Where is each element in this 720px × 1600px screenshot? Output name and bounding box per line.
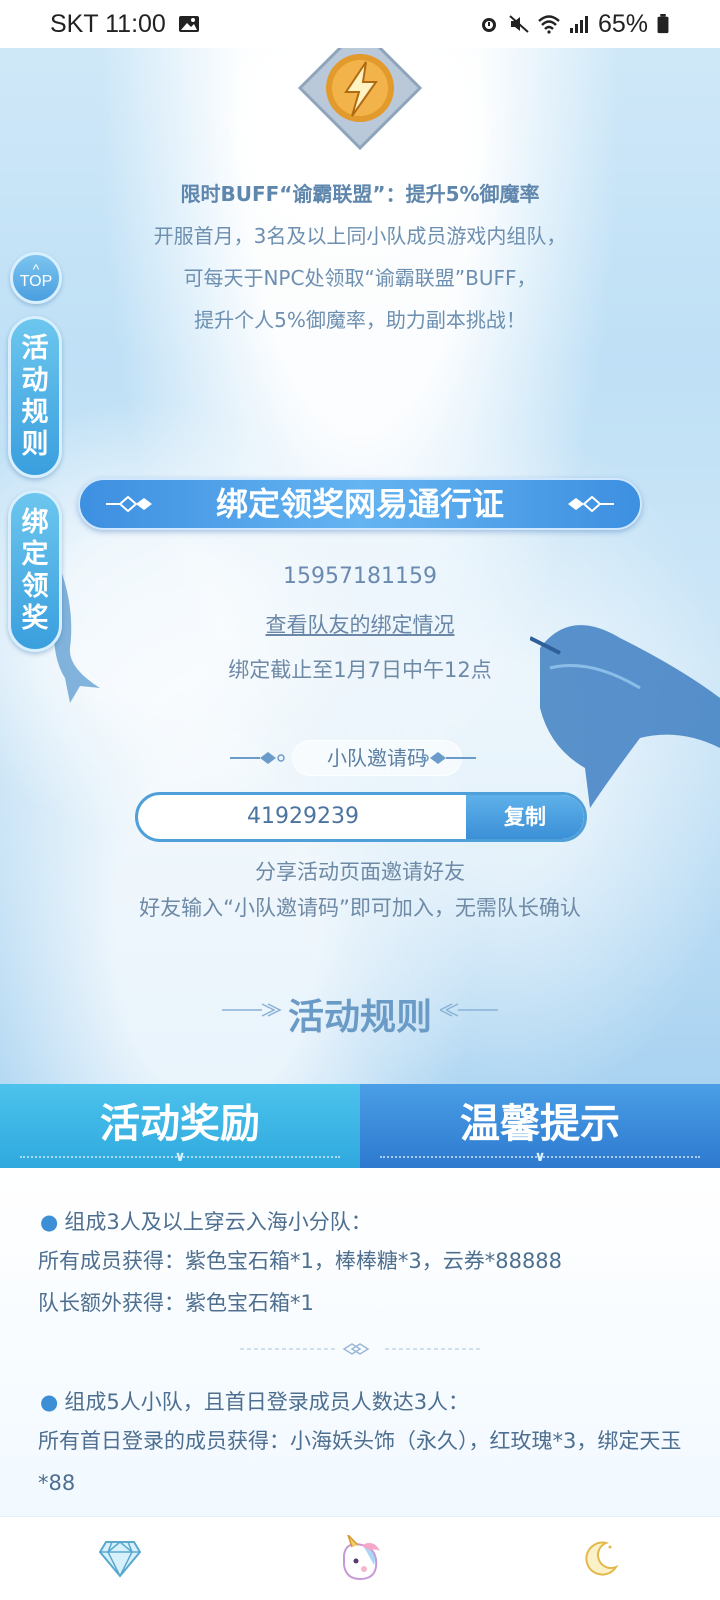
diamond-icon: [98, 1540, 142, 1578]
ornament-right-icon: [568, 495, 614, 513]
back-to-top-button[interactable]: ^ TOP: [10, 252, 62, 304]
reward-item-2-line-1: 所有首日登录的成员获得：小海妖头饰（永久），红玫瑰*3，绑定天玉*88: [38, 1429, 682, 1495]
unicorn-icon: [343, 1534, 380, 1580]
bind-banner: 绑定领奖网易通行证: [78, 478, 642, 530]
invite-code-value: 41929239: [247, 804, 359, 829]
buff-line-1: 开服首月，3名及以上同小队成员游戏内组队，: [153, 224, 567, 248]
signal-icon: [569, 16, 588, 33]
side-tab-bind-char: 绑: [21, 507, 49, 538]
status-bar: SKT 11:00 65%: [0, 0, 720, 48]
lightning-emblem-icon: [297, 48, 423, 151]
side-tab-rules-char: 规: [21, 397, 49, 428]
buff-line-3: 提升个人5%御魔率，助力副本挑战！: [194, 308, 526, 332]
reward-item-2-head-text: 组成5人小队，且首日登录成员人数达3人：: [64, 1390, 470, 1414]
invite-code-box: 41929239 复制: [135, 792, 587, 842]
tab-warm-tips-label: 温馨提示: [460, 1100, 620, 1147]
rules-ornament-right-icon: [439, 1003, 498, 1017]
chevron-down-icon: ∨: [174, 1149, 186, 1165]
bullet-icon: ●: [40, 1210, 59, 1234]
tab-warm-tips[interactable]: 温馨提示 ∨: [360, 1084, 720, 1168]
bound-phone-number: 15957181159: [283, 564, 437, 589]
battery-level: 65%: [597, 9, 648, 38]
reward-item-1-line-1: 所有成员获得：紫色宝石箱*1，棒棒糖*3，云券*88888: [38, 1249, 563, 1273]
reward-tabs: 活动奖励 ∨ 温馨提示 ∨: [0, 1084, 720, 1168]
invite-ornament-left-icon: [230, 752, 285, 764]
top-label: TOP: [19, 273, 53, 290]
nav-diamond[interactable]: [80, 1529, 160, 1589]
reward-item-1-head: ● 组成3人及以上穿云入海小分队：: [40, 1206, 372, 1236]
bind-deadline: 绑定截止至1月7日中午12点: [228, 658, 492, 682]
battery-icon: [657, 14, 669, 34]
wifi-icon: [538, 15, 560, 34]
tab-activity-rewards[interactable]: 活动奖励 ∨: [0, 1084, 360, 1168]
buff-title: 限时BUFF“谕霸联盟”：提升5%御魔率: [180, 182, 540, 206]
buff-line-2: 可每天于NPC处领取“谕霸联盟”BUFF，: [183, 266, 537, 290]
bullet-icon: ●: [40, 1390, 59, 1414]
invite-hint-text: 好友输入“小队邀请码”即可加入，无需队长确认: [139, 896, 581, 920]
reward-item-1-head-text: 组成3人及以上穿云入海小分队：: [64, 1210, 372, 1234]
bottom-nav: [0, 1516, 720, 1600]
side-tab-rules-char: 动: [21, 365, 49, 396]
reward-item-2-head: ● 组成5人小队，且首日登录成员人数达3人：: [40, 1386, 469, 1416]
bind-banner-title: 绑定领奖网易通行证: [215, 485, 504, 523]
side-tab-rules[interactable]: 活 动 规 则: [8, 316, 62, 478]
view-teammates-binding-link[interactable]: 查看队友的绑定情况: [266, 613, 455, 637]
copy-button[interactable]: 复制: [466, 795, 584, 839]
share-invite-text: 分享活动页面邀请好友: [255, 860, 465, 884]
chevron-down-icon: ∨: [534, 1149, 546, 1165]
nav-moon[interactable]: [560, 1529, 640, 1589]
side-tab-rules-char: 则: [21, 429, 49, 460]
divider-ornament: [240, 1343, 480, 1355]
invite-ornament-right-icon: [421, 752, 476, 764]
carrier-time: SKT 11:00: [50, 9, 166, 38]
image-icon: [178, 16, 199, 32]
reward-item-1-line-2: 队长额外获得：紫色宝石箱*1: [38, 1291, 314, 1315]
rules-section-title: 活动规则: [287, 996, 432, 1038]
ornament-left-icon: [106, 495, 152, 513]
moon-icon: [585, 1541, 619, 1576]
nav-unicorn[interactable]: [320, 1529, 400, 1589]
mute-icon: [509, 15, 529, 33]
tab-activity-rewards-label: 活动奖励: [100, 1100, 260, 1147]
alarm-icon: [481, 18, 496, 32]
side-tab-rules-char: 活: [21, 333, 49, 364]
